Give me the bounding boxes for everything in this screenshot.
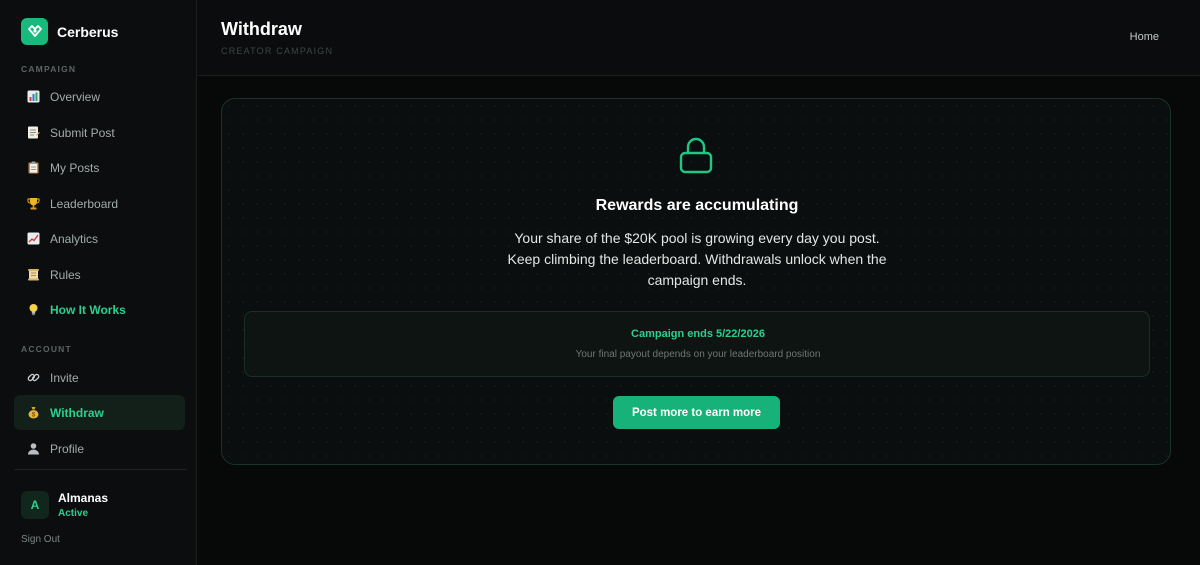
trophy-icon — [26, 197, 40, 211]
sidebar-divider — [14, 469, 187, 470]
sidebar-item-label: Withdraw — [50, 405, 104, 420]
scroll-icon — [26, 268, 40, 282]
sidebar-item-leaderboard[interactable]: Leaderboard — [14, 186, 185, 221]
sidebar-item-label: My Posts — [50, 160, 100, 175]
sidebar-item-how-it-works[interactable]: How It Works — [14, 292, 185, 327]
sidebar-item-label: Analytics — [50, 231, 99, 246]
sidebar-item-label: Submit Post — [50, 125, 115, 140]
campaign-info-box: Campaign ends 5/22/2026 Your final payou… — [244, 311, 1150, 377]
page-subtitle: CREATOR CAMPAIGN — [221, 46, 334, 56]
lightbulb-icon — [26, 303, 40, 317]
section-label-campaign: CAMPAIGN — [21, 64, 77, 74]
campaign-info-subtitle: Your final payout depends on your leader… — [575, 349, 821, 360]
section-label-account: ACCOUNT — [21, 344, 72, 354]
sidebar-item-my-posts[interactable]: My Posts — [14, 150, 185, 185]
sidebar-item-invite[interactable]: Invite — [14, 360, 185, 395]
money-bag-icon: $ — [26, 406, 40, 420]
sign-out-link[interactable]: Sign Out — [21, 534, 60, 545]
sidebar: Cerberus CAMPAIGN Overview Submit Post M… — [0, 0, 197, 565]
brand[interactable]: Cerberus — [21, 18, 118, 45]
main-content: Withdraw CREATOR CAMPAIGN Home Rewards a… — [197, 0, 1200, 565]
bar-chart-icon — [26, 90, 40, 104]
home-link[interactable]: Home — [1130, 31, 1159, 43]
sidebar-item-analytics[interactable]: Analytics — [14, 221, 185, 256]
sidebar-item-profile[interactable]: Profile — [14, 431, 185, 466]
shield-heart-icon — [21, 18, 48, 45]
trend-chart-icon — [26, 232, 40, 246]
card-body-text: Your share of the $20K pool is growing e… — [507, 230, 887, 288]
sidebar-item-label: Rules — [50, 267, 81, 282]
post-more-button[interactable]: Post more to earn more — [613, 396, 780, 429]
sidebar-item-label: Invite — [50, 370, 79, 385]
sidebar-item-label: Leaderboard — [50, 196, 119, 211]
link-icon — [26, 371, 40, 385]
lock-icon — [678, 136, 714, 174]
sidebar-item-submit-post[interactable]: Submit Post — [14, 115, 185, 150]
user-silhouette-icon — [26, 442, 40, 456]
sidebar-item-label: Overview — [50, 89, 101, 104]
card-title: Rewards are accumulating — [595, 197, 799, 214]
withdraw-locked-card: Rewards are accumulating Your share of t… — [221, 98, 1171, 465]
user-status-badge: Active — [58, 508, 89, 519]
sidebar-item-rules[interactable]: Rules — [14, 257, 185, 292]
avatar[interactable]: A — [21, 491, 49, 519]
user-name: Almanas — [58, 491, 109, 505]
sidebar-item-label: How It Works — [50, 302, 126, 317]
page-title: Withdraw — [221, 19, 302, 39]
memo-icon — [26, 126, 40, 140]
top-header: Withdraw CREATOR CAMPAIGN Home — [197, 0, 1200, 76]
brand-name: Cerberus — [57, 23, 119, 40]
sidebar-item-label: Profile — [50, 441, 85, 456]
campaign-end-date: Campaign ends 5/22/2026 — [631, 328, 765, 340]
sidebar-item-overview[interactable]: Overview — [14, 79, 185, 114]
app-root: Cerberus CAMPAIGN Overview Submit Post M… — [0, 0, 1200, 565]
sidebar-item-withdraw[interactable]: $ Withdraw — [14, 395, 185, 430]
clipboard-icon — [26, 161, 40, 175]
